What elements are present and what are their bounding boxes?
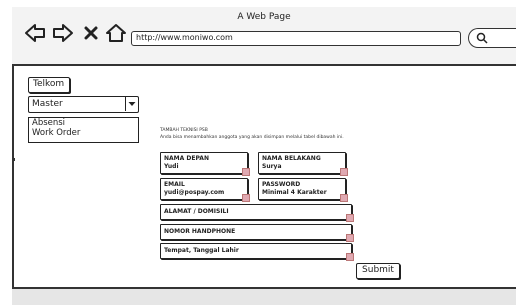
last-name-label: NAMA BELAKANG [262,155,321,162]
search-bar[interactable] [468,28,516,48]
first-name-field[interactable]: NAMA DEPAN Yudi [160,152,250,176]
resize-corner [340,194,348,202]
form-heading: TAMBAH TEKNISI PSB [160,128,208,133]
resize-corner [346,214,354,222]
company-button-label: Telkom [33,79,65,89]
email-field[interactable]: EMAIL yudi@pospay.com [160,178,250,202]
chevron-down-icon [128,102,136,106]
last-name-field[interactable]: NAMA BELAKANG Surya [258,152,348,176]
resize-corner [242,168,250,176]
password-value: Minimal 4 Karakter [262,189,327,196]
submit-button[interactable]: Submit [356,263,400,279]
first-name-value: Yudi [164,163,179,170]
password-field[interactable]: PASSWORD Minimal 4 Karakter [258,178,348,202]
search-icon [476,32,488,44]
master-dropdown[interactable]: Master [28,96,139,113]
email-value: yudi@pospay.com [164,189,225,196]
address-field[interactable]: ALAMAT / DOMISILI [160,204,354,222]
dropdown-toggle[interactable] [125,97,138,111]
forward-icon[interactable] [52,22,74,44]
resize-corner [242,194,250,202]
form-subheading: Anda bisa menambahkan anggota yang akan … [160,135,344,140]
menu-item-absensi[interactable]: Absensi [32,118,138,128]
back-icon[interactable] [24,22,46,44]
url-bar[interactable]: http://www.moniwo.com [131,31,461,46]
birth-label: Tempat, Tanggal Lahir [164,247,239,254]
status-bar [12,287,516,305]
birth-field[interactable]: Tempat, Tanggal Lahir [160,243,354,261]
last-name-value: Surya [262,163,282,170]
resize-corner [346,253,354,261]
phone-label: NOMOR HANDPHONE [164,228,236,235]
company-button[interactable]: Telkom [28,77,70,93]
resize-corner [340,168,348,176]
address-label: ALAMAT / DOMISILI [164,208,229,215]
dropdown-selected: Master [32,99,63,109]
phone-field[interactable]: NOMOR HANDPHONE [160,224,354,242]
url-text: http://www.moniwo.com [136,33,233,42]
submit-button-label: Submit [362,265,394,275]
first-name-label: NAMA DEPAN [164,155,209,162]
dropdown-menu: Absensi Work Order [28,117,139,143]
resize-handle [12,158,15,161]
email-label: EMAIL [164,181,185,188]
password-label: PASSWORD [262,181,301,188]
resize-corner [346,234,354,242]
home-icon[interactable] [105,22,127,44]
close-icon[interactable] [83,25,99,41]
window-title: A Web Page [237,12,291,22]
menu-item-work-order[interactable]: Work Order [32,128,138,138]
